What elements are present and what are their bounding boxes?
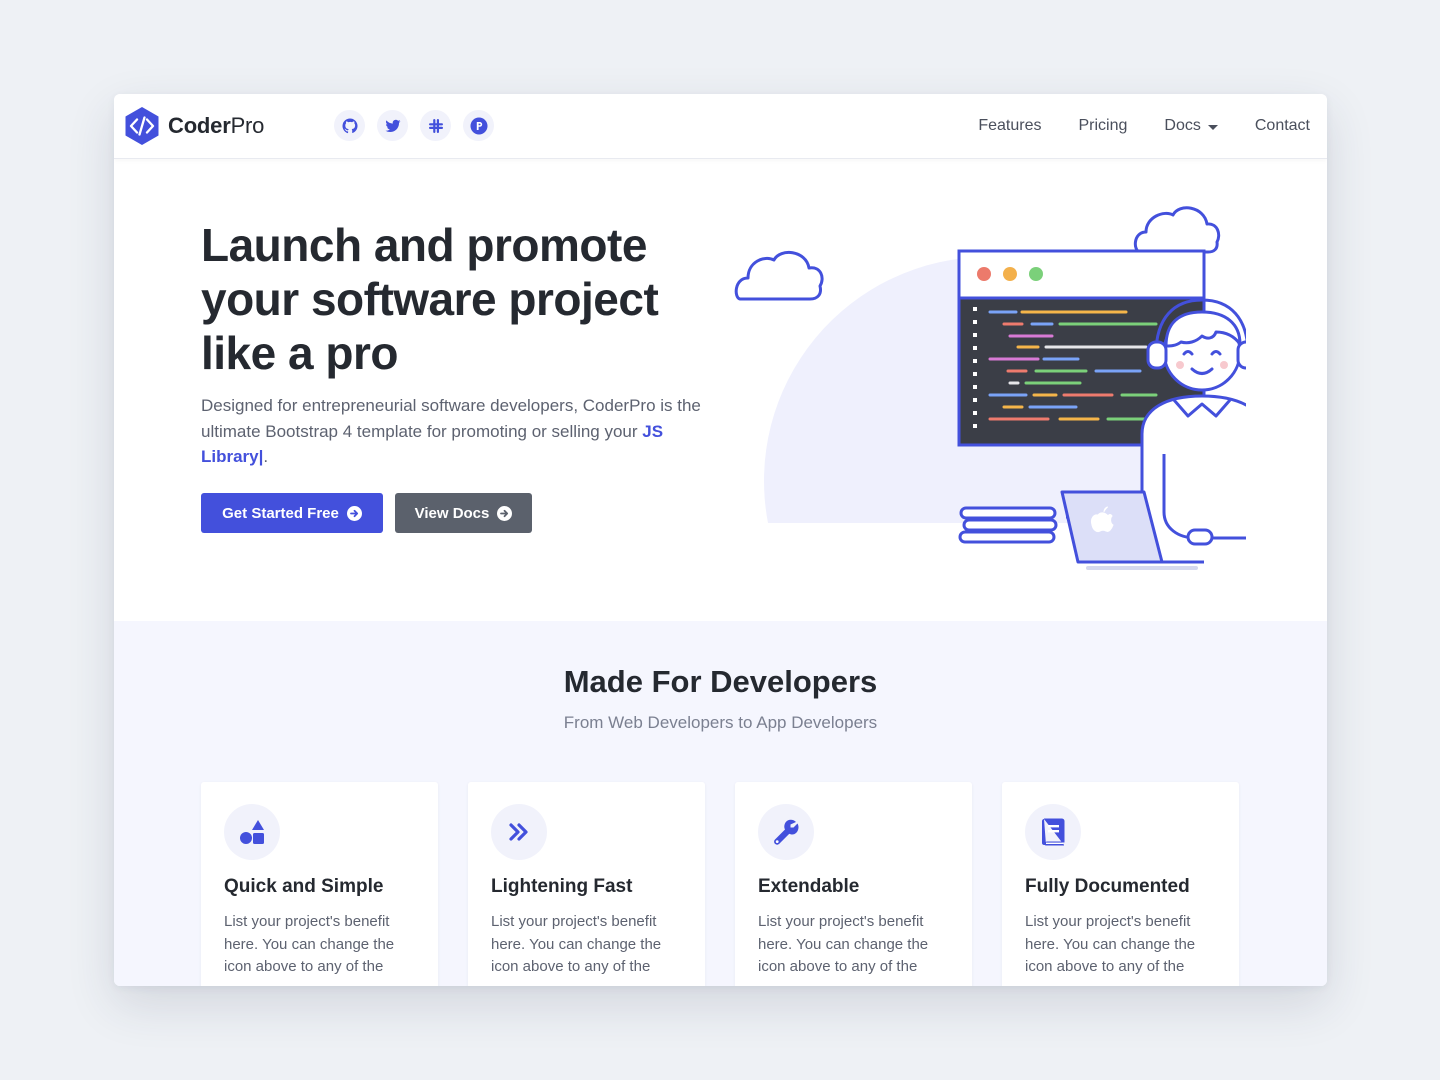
twitter-icon[interactable] <box>377 110 408 141</box>
hero-illustration <box>726 194 1327 646</box>
get-started-label: Get Started Free <box>222 504 339 522</box>
feature-card: Lightening Fast List your project's bene… <box>468 782 705 986</box>
angle-double-right-icon <box>491 804 547 860</box>
nav-pricing-link[interactable]: Pricing <box>1079 117 1128 135</box>
chevron-down-icon <box>1207 124 1218 130</box>
hero-intro: Designed for entrepreneurial software de… <box>201 393 721 470</box>
shapes-icon <box>224 804 280 860</box>
hero-heading-line: Launch and promote <box>201 219 647 271</box>
feature-title: Quick and Simple <box>224 876 384 897</box>
brand-name: CoderPro <box>168 113 265 138</box>
get-started-button[interactable]: Get Started Free <box>201 493 383 533</box>
nav-docs-label: Docs <box>1164 117 1201 134</box>
feature-title: Extendable <box>758 876 860 897</box>
browser-window: CoderPro Features Pricing Docs Contact L… <box>114 94 1327 986</box>
features-section: Made For Developers From Web Developers … <box>114 621 1327 986</box>
hero-heading-line: your software project <box>201 273 659 325</box>
feature-card: Fully Documented List your project's ben… <box>1002 782 1239 986</box>
feature-title: Lightening Fast <box>491 876 633 897</box>
code-icon <box>122 106 162 146</box>
social-links <box>334 110 494 141</box>
main-nav: Features Pricing Docs Contact <box>978 94 1310 158</box>
nav-docs-dropdown[interactable]: Docs <box>1164 117 1218 135</box>
slack-icon[interactable] <box>420 110 451 141</box>
nav-features-link[interactable]: Features <box>978 117 1041 135</box>
book-icon <box>1025 804 1081 860</box>
hero-heading-line: like a pro <box>201 327 398 379</box>
view-docs-button[interactable]: View Docs <box>395 493 532 533</box>
arrow-circle-right-icon <box>346 505 362 521</box>
wrench-icon <box>758 804 814 860</box>
features-heading: Made For Developers <box>563 664 878 699</box>
feature-card: Quick and Simple List your project's ben… <box>201 782 438 986</box>
view-docs-label: View Docs <box>414 504 490 522</box>
feature-text: List your project's benefit here. You ca… <box>491 913 662 975</box>
product-hunt-icon[interactable] <box>463 110 494 141</box>
features-intro: From Web Developers to App Developers <box>563 713 878 732</box>
hero-heading: Launch and promote your software project… <box>201 218 741 380</box>
github-icon[interactable] <box>334 110 365 141</box>
feature-title: Fully Documented <box>1025 876 1190 897</box>
hero-intro-text: Designed for entrepreneurial software de… <box>201 396 701 441</box>
feature-text: List your project's benefit here. You ca… <box>758 913 929 975</box>
arrow-circle-right-icon <box>497 505 513 521</box>
hero-intro-end: . <box>263 447 269 466</box>
brand-logo[interactable]: CoderPro <box>122 106 264 146</box>
site-header: CoderPro Features Pricing Docs Contact <box>114 94 1327 159</box>
nav-contact-link[interactable]: Contact <box>1255 117 1310 135</box>
feature-card: Extendable List your project's benefit h… <box>735 782 972 986</box>
feature-text: List your project's benefit here. You ca… <box>224 913 395 975</box>
feature-text: List your project's benefit here. You ca… <box>1025 913 1196 975</box>
